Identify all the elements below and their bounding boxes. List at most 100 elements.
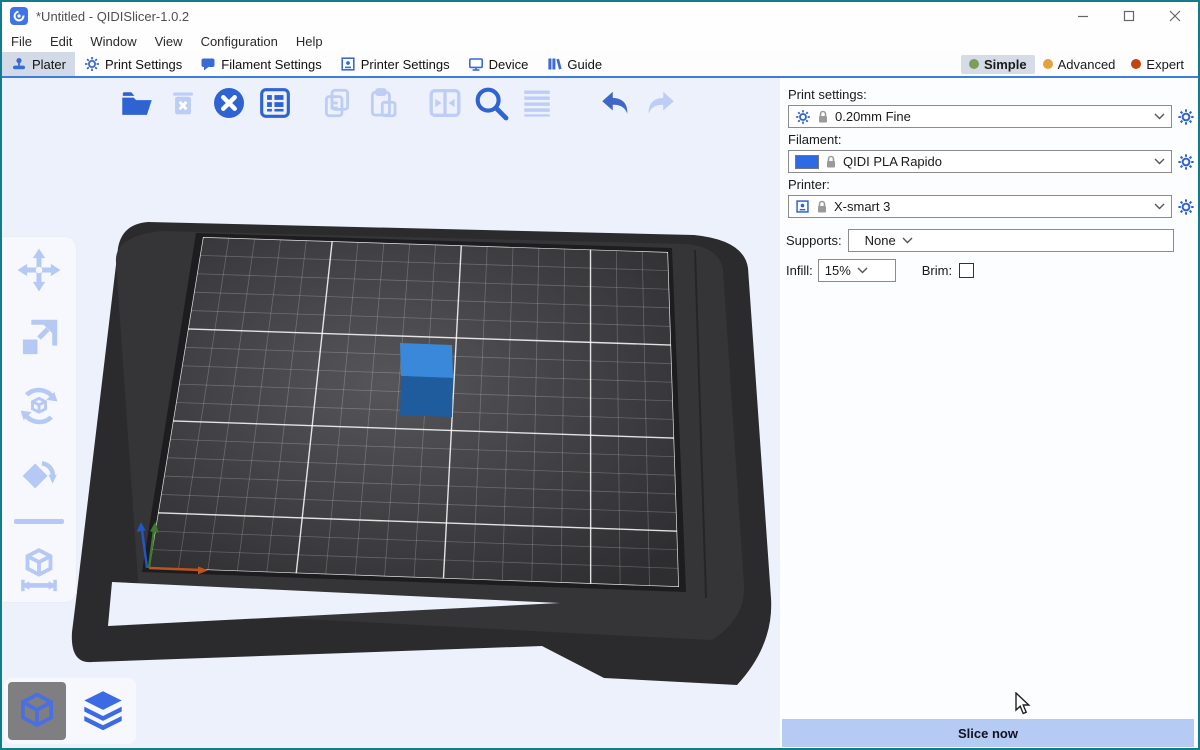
settings-panel: Print settings: xyxy=(780,78,1198,748)
title-bar[interactable]: *Untitled - QIDISlicer-1.0.2 xyxy=(2,2,1198,30)
edit-print-settings-button[interactable] xyxy=(1177,108,1195,126)
tab-print-settings[interactable]: Print Settings xyxy=(75,52,191,76)
print-settings-label: Print settings: xyxy=(788,87,1196,102)
view-toggle-group xyxy=(4,678,136,744)
filament-icon xyxy=(200,56,216,72)
scale-tool-button[interactable] xyxy=(16,315,62,361)
window-title: *Untitled - QIDISlicer-1.0.2 xyxy=(36,9,189,24)
tab-label: Filament Settings xyxy=(221,57,321,72)
filament-combo[interactable]: QIDI PLA Rapido xyxy=(788,150,1172,173)
lock-icon xyxy=(817,110,829,124)
brim-checkbox[interactable] xyxy=(959,263,974,278)
search-button[interactable] xyxy=(472,84,510,122)
variable-layer-height-button[interactable] xyxy=(518,84,556,122)
supports-combo[interactable]: None xyxy=(848,229,1174,252)
split-objects-button[interactable] xyxy=(426,84,464,122)
mode-selector: Simple Advanced Expert xyxy=(961,52,1198,76)
mode-simple[interactable]: Simple xyxy=(961,55,1035,74)
preview-view-button[interactable] xyxy=(74,682,132,740)
menu-file[interactable]: File xyxy=(2,34,41,49)
lock-icon xyxy=(816,200,828,214)
printer-icon xyxy=(795,199,810,214)
tab-label: Device xyxy=(489,57,529,72)
mode-label: Advanced xyxy=(1058,57,1116,72)
mode-advanced[interactable]: Advanced xyxy=(1035,55,1124,74)
delete-button[interactable] xyxy=(164,84,202,122)
printer-combo[interactable]: X-smart 3 xyxy=(788,195,1172,218)
infill-label: Infill: xyxy=(786,263,813,278)
tab-label: Guide xyxy=(567,57,602,72)
infill-value: 15% xyxy=(825,263,851,278)
print-settings-combo[interactable]: 0.20mm Fine xyxy=(788,105,1172,128)
3d-editor-view-button[interactable] xyxy=(8,682,66,740)
mode-expert[interactable]: Expert xyxy=(1123,55,1192,74)
edit-printer-button[interactable] xyxy=(1177,198,1195,216)
menu-view[interactable]: View xyxy=(146,34,192,49)
plater-icon xyxy=(11,56,27,72)
edit-filament-button[interactable] xyxy=(1177,153,1195,171)
model-cube[interactable] xyxy=(400,343,453,417)
arrange-button[interactable] xyxy=(256,84,294,122)
brim-label: Brim: xyxy=(922,263,952,278)
chevron-down-icon xyxy=(1154,203,1165,210)
supports-value: None xyxy=(855,233,896,248)
tab-printer-settings[interactable]: Printer Settings xyxy=(331,52,459,76)
print-settings-value: 0.20mm Fine xyxy=(835,109,1148,124)
left-toolbar xyxy=(2,236,77,603)
mode-label: Simple xyxy=(984,57,1027,72)
chevron-down-icon xyxy=(1154,113,1165,120)
open-project-button[interactable] xyxy=(118,84,156,122)
toolbar-separator xyxy=(14,519,64,524)
infill-combo[interactable]: 15% xyxy=(818,259,896,282)
cube-view-icon xyxy=(17,691,57,731)
redo-button[interactable] xyxy=(642,84,680,122)
supports-label: Supports: xyxy=(786,233,842,248)
tab-plater[interactable]: Plater xyxy=(2,52,75,76)
undo-button[interactable] xyxy=(596,84,634,122)
move-tool-button[interactable] xyxy=(16,247,62,293)
filament-value: QIDI PLA Rapido xyxy=(843,154,1148,169)
tab-guide[interactable]: Guide xyxy=(537,52,611,76)
chevron-down-icon xyxy=(1154,158,1165,165)
menu-window[interactable]: Window xyxy=(81,34,145,49)
close-button[interactable] xyxy=(1152,2,1198,30)
filament-label: Filament: xyxy=(788,132,1196,147)
advanced-dot-icon xyxy=(1043,59,1053,69)
device-icon xyxy=(468,56,484,72)
lock-icon xyxy=(825,155,837,169)
place-on-face-tool-button[interactable] xyxy=(16,451,62,497)
menu-edit[interactable]: Edit xyxy=(41,34,81,49)
gear-icon xyxy=(795,109,811,125)
guide-icon xyxy=(546,56,562,72)
minimize-button[interactable] xyxy=(1060,2,1106,30)
simple-dot-icon xyxy=(969,59,979,69)
build-plate-scene xyxy=(2,78,780,748)
app-window: *Untitled - QIDISlicer-1.0.2 File Edit W… xyxy=(0,0,1200,750)
paste-button[interactable] xyxy=(364,84,402,122)
menu-bar: File Edit Window View Configuration Help xyxy=(2,30,1198,52)
tab-bar: Plater Print Settings Filament Settings xyxy=(2,52,1198,78)
chevron-down-icon xyxy=(902,237,913,244)
top-toolbar xyxy=(114,84,684,122)
app-logo-icon xyxy=(10,7,28,25)
tab-device[interactable]: Device xyxy=(459,52,538,76)
copy-button[interactable] xyxy=(318,84,356,122)
printer-icon xyxy=(340,56,356,72)
chevron-down-icon xyxy=(857,267,868,274)
expert-dot-icon xyxy=(1131,59,1141,69)
delete-all-button[interactable] xyxy=(210,84,248,122)
mode-label: Expert xyxy=(1146,57,1184,72)
3d-viewport xyxy=(2,78,780,748)
maximize-button[interactable] xyxy=(1106,2,1152,30)
tab-label: Plater xyxy=(32,57,66,72)
slice-now-button[interactable]: Slice now xyxy=(782,719,1194,747)
gear-icon xyxy=(84,56,100,72)
printer-value: X-smart 3 xyxy=(834,199,1148,214)
measure-tool-button[interactable] xyxy=(16,546,62,592)
tab-label: Printer Settings xyxy=(361,57,450,72)
tab-label: Print Settings xyxy=(105,57,182,72)
rotate-tool-button[interactable] xyxy=(16,383,62,429)
menu-configuration[interactable]: Configuration xyxy=(192,34,287,49)
menu-help[interactable]: Help xyxy=(287,34,332,49)
tab-filament-settings[interactable]: Filament Settings xyxy=(191,52,330,76)
